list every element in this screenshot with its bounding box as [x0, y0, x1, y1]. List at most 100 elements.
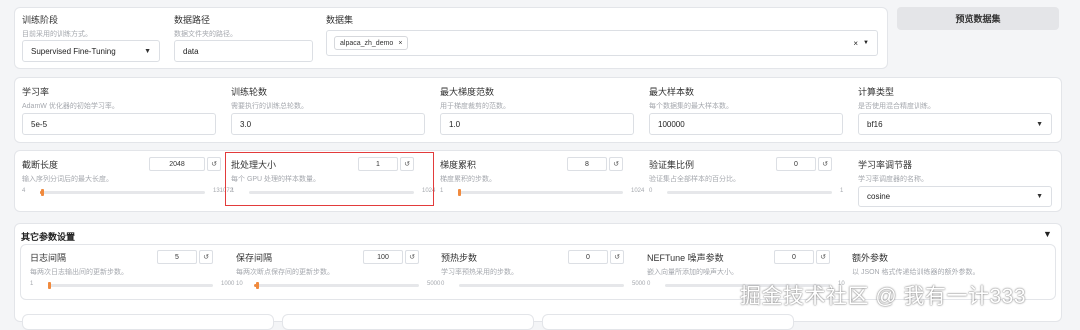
dataset-select[interactable]: × ▼	[326, 30, 878, 56]
slider-track[interactable]	[459, 284, 624, 287]
slider-max: 5000	[632, 281, 646, 287]
number-input[interactable]: 2048	[149, 157, 205, 171]
field-value: bf16	[867, 119, 883, 129]
number-value: 100	[377, 253, 389, 261]
field-desc: AdamW 优化器的初始学习率。	[22, 103, 119, 110]
collapse-icon[interactable]: ▼	[1043, 229, 1052, 239]
dataset-tag[interactable]: alpaca_zh_demo ×	[334, 36, 409, 50]
reset-icon[interactable]: ↺	[610, 250, 624, 264]
scheduler-dropdown[interactable]: cosine ▼	[858, 186, 1052, 207]
dataset-label: 数据集	[326, 15, 354, 25]
field-desc: 是否使用混合精度训练。	[858, 103, 935, 110]
slider-track[interactable]	[458, 189, 623, 196]
number-input[interactable]: 0	[774, 250, 814, 264]
field-0: 学习率 AdamW 优化器的初始学习率。	[22, 85, 119, 111]
slider-handle[interactable]	[255, 282, 259, 289]
field-input[interactable]: 5e-5	[22, 113, 216, 135]
reset-icon[interactable]: ↺	[207, 157, 221, 171]
extra-args-desc: 以 JSON 格式传递给训练器的额外参数。	[852, 269, 980, 276]
slider-label: NEFTune 噪声参数	[647, 253, 724, 263]
slider-min: 0	[649, 188, 653, 194]
slider-field: 验证集比例 验证集占全部样本的百分比。	[649, 158, 740, 184]
clear-icon[interactable]: ×	[853, 39, 858, 48]
slider-handle[interactable]	[48, 282, 51, 289]
number-value: 8	[585, 160, 589, 168]
slider-track[interactable]	[254, 282, 419, 289]
field-3: 最大样本数每个数据集的最大样本数。	[649, 85, 733, 111]
field-label: 训练轮数	[231, 87, 268, 97]
tag-close-icon[interactable]: ×	[398, 40, 402, 47]
preview-dataset-button[interactable]: 预览数据集	[897, 7, 1059, 30]
number-input[interactable]: 0	[568, 250, 608, 264]
number-value: 5	[175, 253, 179, 261]
slider-field: 保存间隔每两次断点保存间的更新步数。	[236, 251, 334, 277]
next-row-box	[282, 314, 534, 330]
extra-args-label: 额外参数	[852, 253, 889, 263]
chevron-down-icon: ▼	[144, 47, 151, 55]
compute-type-dropdown[interactable]: bf16 ▼	[858, 113, 1052, 135]
field-label: 最大样本数	[649, 87, 695, 97]
reset-icon[interactable]: ↺	[609, 157, 623, 171]
slider-min: 4	[22, 188, 26, 194]
chevron-down-icon: ▼	[1036, 120, 1043, 128]
slider-track[interactable]	[48, 282, 213, 289]
reset-icon[interactable]: ↺	[818, 157, 832, 171]
slider-field: NEFTune 噪声参数嵌入向量所添加的噪声大小。	[647, 251, 738, 277]
field-value: 3.0	[240, 119, 252, 129]
other-params-title[interactable]: 其它参数设置	[21, 230, 75, 243]
slider-track[interactable]	[667, 191, 832, 194]
field-desc: 每个数据集的最大样本数。	[649, 103, 733, 110]
scheduler-label: 学习率调节器	[858, 160, 913, 170]
highlight-box	[225, 152, 434, 206]
field-value: 100000	[658, 119, 685, 129]
slider-max: 1	[840, 188, 844, 194]
slider-desc: 每两次日志输出间的更新步数。	[30, 269, 128, 276]
number-input[interactable]: 0	[776, 157, 816, 171]
stage-dropdown[interactable]: Supervised Fine-Tuning ▼	[22, 40, 160, 62]
field-2: 最大梯度范数 用于梯度裁剪的范数。	[440, 85, 510, 111]
reset-icon[interactable]: ↺	[405, 250, 419, 264]
path-label: 数据路径	[174, 15, 211, 25]
field-1: 训练轮数需要执行的训练总轮数。	[231, 85, 308, 111]
slider-field: 截断长度输入序列分词后的最大长度。	[22, 158, 113, 184]
slider-desc: 验证集占全部样本的百分比。	[649, 176, 740, 183]
next-row-box	[22, 314, 274, 330]
reset-icon[interactable]: ↺	[816, 250, 830, 264]
slider-track[interactable]	[40, 189, 205, 196]
field-4: 计算类型 是否使用混合精度训练。	[858, 85, 935, 111]
field-desc: 需要执行的训练总轮数。	[231, 103, 308, 110]
slider-desc: 每两次断点保存间的更新步数。	[236, 269, 334, 276]
slider-min: 0	[441, 281, 445, 287]
slider-handle[interactable]	[458, 189, 462, 196]
path-field: 数据路径 数据文件夹的路径。	[174, 13, 237, 39]
slider-label: 截断长度	[22, 160, 59, 170]
reset-icon[interactable]: ↺	[199, 250, 213, 264]
slider-label: 保存间隔	[236, 253, 273, 263]
slider-min: 1	[440, 188, 444, 194]
field-input[interactable]: 3.0	[231, 113, 425, 135]
watermark-text: 掘金技术社区 @ 我有一计333	[740, 285, 1027, 308]
number-input[interactable]: 5	[157, 250, 197, 264]
stage-desc: 目前采用的训练方式。	[22, 31, 92, 38]
path-input[interactable]: data	[174, 40, 313, 62]
dataset-field: 数据集	[326, 13, 353, 26]
slider-field: 日志间隔每两次日志输出间的更新步数。	[30, 251, 128, 277]
slider-desc: 嵌入向量所添加的噪声大小。	[647, 269, 738, 276]
number-input[interactable]: 8	[567, 157, 607, 171]
number-input[interactable]: 100	[363, 250, 403, 264]
chevron-down-icon[interactable]: ▼	[863, 40, 869, 46]
field-input[interactable]: 1.0	[440, 113, 634, 135]
scheduler-field: 学习率调节器 学习率调度器的名称。	[858, 158, 928, 184]
slider-min: 10	[236, 281, 243, 287]
slider-label: 梯度累积	[440, 160, 477, 170]
field-input[interactable]: 100000	[649, 113, 843, 135]
slider-min: 0	[647, 281, 651, 287]
slider-desc: 输入序列分词后的最大长度。	[22, 176, 113, 183]
extra-args-field: 额外参数 以 JSON 格式传递给训练器的额外参数。	[852, 251, 980, 277]
slider-desc: 梯度累积的步数。	[440, 176, 496, 183]
number-value: 0	[794, 160, 798, 168]
number-value: 0	[586, 253, 590, 261]
slider-max: 1000	[221, 281, 235, 287]
slider-label: 日志间隔	[30, 253, 67, 263]
slider-label: 预热步数	[441, 253, 478, 263]
